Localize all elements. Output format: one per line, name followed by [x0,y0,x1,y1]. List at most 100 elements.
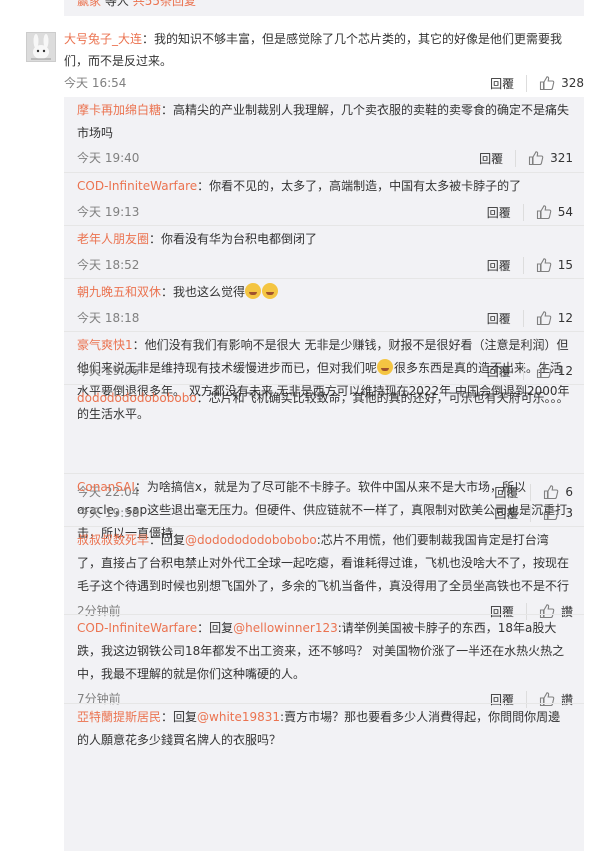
comment-thread-page: 赢家 等人 共55条回复 大号兔子_大连：我的知识不够丰富，但是感觉除了几个芯片… [0,0,594,851]
reply-body: ：我也这么觉得 [161,285,246,299]
reply-author-link[interactable]: 朝九晚五和双休 [77,285,161,299]
reply-item: 豪气爽快1：他们没有我们有影响不是很大 无非是少赚钱，财报不是很好看（注意是利润… [64,331,584,421]
like-button[interactable]: 12 [536,363,573,379]
reply-body: ：回复 [161,710,198,724]
thumbs-up-icon [536,205,552,220]
reply-actions: 回覆 54 [487,203,573,221]
reply-body: ：芯片和飞机确实比较致命，其他的真的还好，可乐也有天府可乐。。。 [196,391,569,405]
reply-author-link[interactable]: 亞特蘭提斯居民 [77,710,161,724]
reply-author-link[interactable]: COD-InfiniteWarfare [77,621,197,635]
reply-item: 老年人朋友圈：你看没有华为台积电都倒闭了 今天 18:52 回覆 15 [64,225,584,279]
reply-text: dododododobobobo：芯片和飞机确实比较致命，其他的真的还好，可乐也… [77,387,572,410]
reply-text: 朝九晚五和双休：我也这么觉得 [77,281,572,304]
comment-actions: 回覆 328 [490,74,584,92]
main-comment-meta: 今天 16:54 回覆 328 [64,74,584,92]
sub-replies-list: 摩卡再加绵白糖：高精尖的产业制裁别人我理解，几个卖衣服的卖鞋的卖零食的确定不是痛… [64,97,584,851]
reply-button[interactable]: 回覆 [479,149,517,167]
reply-text: 摩卡再加绵白糖：高精尖的产业制裁别人我理解，几个卖衣服的卖鞋的卖零食的确定不是痛… [77,99,572,145]
reply-actions: 回覆 12 [487,362,573,380]
like-count: 3 [565,506,573,520]
reply-body: ：回复 [197,621,234,635]
reply-item: 亞特蘭提斯居民：回复@white19831:賣方市場？那也要看多少人消費得起，你… [64,703,584,798]
like-count: 15 [557,258,573,272]
reply-text: 亞特蘭提斯居民：回复@white19831:賣方市場？那也要看多少人消費得起，你… [77,706,572,752]
reply-body: ：回复 [149,533,186,547]
reply-meta: 今天 18:18 回覆 12 [77,309,573,327]
reply-actions: 回覆 12 [487,309,573,327]
reply-time: 今天 19:40 [77,151,140,165]
thumbs-up-icon [544,506,559,521]
reply-time: 今天 18:18 [77,311,140,325]
reply-button[interactable]: 回覆 [487,203,524,221]
laugh-emoji-icon [245,283,262,299]
reply-meta: 今天 18:52 回覆 15 [77,256,573,274]
mention-link[interactable]: @hellowinner123 [233,621,338,635]
laugh-emoji-icon [262,283,279,299]
thumbs-up-icon [536,258,552,273]
previous-replies-box: 赢家 等人 共55条回复 [64,0,584,16]
like-count: 12 [557,364,573,378]
reply-time: 今天 18:52 [77,258,140,272]
reply-author-link[interactable]: dododododobobobo [77,391,197,405]
reply-meta: 今天 19:06 回覆 12 [77,362,573,380]
like-count: 321 [550,151,573,165]
reply-item: ConanSAI：为啥搞信x，就是为了尽可能不卡脖子。软件中国从来不是大市场，所… [64,473,584,540]
reply-button[interactable]: 回覆 [487,362,524,380]
thumbs-up-icon [536,311,552,326]
like-count: 12 [557,311,573,325]
like-button[interactable]: 15 [536,257,573,273]
like-button[interactable]: 328 [539,75,584,91]
reply-button[interactable]: 回覆 [490,74,528,92]
like-count: 54 [557,205,573,219]
reply-item: COD-InfiniteWarfare：你看不见的，太多了，高端制造，中国有太多… [64,172,584,226]
reply-item: COD-InfiniteWarfare：回复@hellowinner123:请举… [64,614,584,708]
like-button[interactable]: 54 [536,204,573,220]
like-count: 328 [561,76,584,90]
reply-actions: 回覆 15 [487,256,573,274]
thumbs-up-icon [529,151,544,166]
previous-replies-summary[interactable]: 赢家 等人 共55条回复 [77,0,196,9]
mention-link[interactable]: @white19831 [197,710,280,724]
reply-author-link[interactable]: COD-InfiniteWarfare [77,179,197,193]
comment-author-link[interactable]: 大号兔子_大连 [64,32,142,46]
reply-author-link[interactable]: 摩卡再加绵白糖 [77,103,161,117]
view-all-replies-link[interactable]: 共55条回复 [133,0,196,8]
reply-author-link[interactable]: 豪气爽快1 [77,338,133,352]
reply-meta: 今天 19:58 回覆 3 [77,504,573,522]
comment-time: 今天 16:54 [64,76,127,90]
reply-author-link[interactable]: 叔叔叔数死早 [77,533,149,547]
reply-button[interactable]: 回覆 [487,256,524,274]
reply-time: 今天 19:06 [77,364,140,378]
reply-text: 叔叔叔数死早：回复@dododododobobobo:芯片不用慌，他们要制裁我国… [77,529,572,598]
reply-text: COD-InfiniteWarfare：你看不见的，太多了，高端制造，中国有太多… [77,175,572,198]
reply-item: 叔叔叔数死早：回复@dododododobobobo:芯片不用慌，他们要制裁我国… [64,526,584,620]
main-comment-text: 大号兔子_大连：我的知识不够丰富，但是感觉除了几个芯片类的，其它的好像是他们更需… [64,28,574,72]
reply-text: COD-InfiniteWarfare：回复@hellowinner123:请举… [77,617,572,686]
avatar[interactable] [26,32,56,62]
thumbs-up-icon [540,76,555,91]
reply-item: 摩卡再加绵白糖：高精尖的产业制裁别人我理解，几个卖衣服的卖鞋的卖零食的确定不是痛… [64,97,584,172]
rabbit-avatar-icon [27,33,55,61]
reply-button[interactable]: 回覆 [487,309,524,327]
reply-item: 朝九晚五和双休：我也这么觉得今天 18:18 回覆 12 [64,278,584,332]
previous-reply-user[interactable]: 赢家 [77,0,101,8]
reply-meta: 今天 19:40 回覆 321 [77,149,573,167]
reply-author-link[interactable]: ConanSAI [77,480,135,494]
reply-time: 今天 19:13 [77,205,140,219]
reply-author-link[interactable]: 老年人朋友圈 [77,232,149,246]
reply-actions: 回覆 321 [479,149,573,167]
reply-meta: 今天 19:13 回覆 54 [77,203,573,221]
reply-item: dododododobobobo：芯片和飞机确实比较致命，其他的真的还好，可乐也… [64,384,584,501]
reply-body: ：你看不见的，太多了，高端制造，中国有太多被卡脖子的了 [197,179,522,193]
like-button[interactable]: 3 [543,505,573,521]
reply-actions: 回覆 3 [494,504,573,522]
like-button[interactable]: 321 [528,150,573,166]
like-button[interactable]: 12 [536,310,573,326]
reply-text: 老年人朋友圈：你看没有华为台积电都倒闭了 [77,228,572,251]
previous-reply-suffix: 等人 [104,0,129,8]
thumbs-up-icon [536,364,552,379]
reply-body: ：你看没有华为台积电都倒闭了 [149,232,318,246]
mention-link[interactable]: @dododododobobobo [185,533,317,547]
reply-button[interactable]: 回覆 [494,504,532,522]
reply-time: 今天 19:58 [77,506,140,520]
